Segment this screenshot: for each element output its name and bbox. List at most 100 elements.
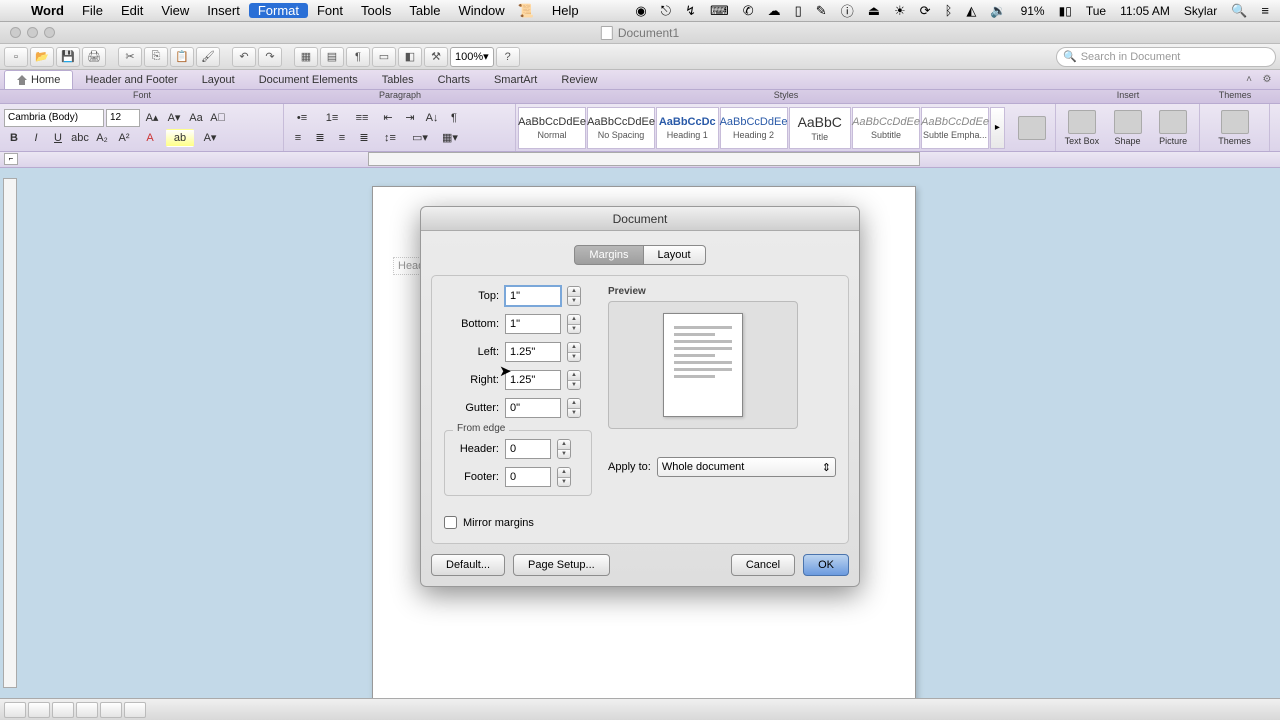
footer-stepper[interactable]: ▲▼: [557, 467, 571, 487]
status-icon[interactable]: ☁: [765, 3, 784, 19]
header-stepper[interactable]: ▲▼: [557, 439, 571, 459]
redo-button[interactable]: ↷: [258, 47, 282, 67]
gallery-button[interactable]: ▭: [372, 47, 396, 67]
top-stepper[interactable]: ▲▼: [567, 286, 581, 306]
shape-button[interactable]: Shape: [1106, 107, 1150, 148]
view-draft-button[interactable]: [4, 702, 26, 718]
print-button[interactable]: 🖨: [82, 47, 106, 67]
copy-button[interactable]: ⎘: [144, 47, 168, 67]
styles-more-button[interactable]: ▸: [990, 107, 1005, 149]
status-icon[interactable]: ✆: [740, 3, 757, 19]
battery-pct[interactable]: 91%: [1018, 4, 1048, 18]
subscript-button[interactable]: A₂: [92, 129, 112, 147]
bottom-input[interactable]: [505, 314, 561, 334]
cancel-button[interactable]: Cancel: [731, 554, 795, 576]
menu-window[interactable]: Window: [449, 3, 513, 18]
tab-layout[interactable]: Layout: [644, 245, 706, 265]
menu-table[interactable]: Table: [400, 3, 449, 18]
multilevel-button[interactable]: ≡≡: [348, 109, 376, 127]
outdent-button[interactable]: ⇤: [378, 109, 398, 127]
font-size-select[interactable]: 12: [106, 109, 140, 127]
justify-button[interactable]: ≣: [354, 129, 374, 147]
status-icon[interactable]: ✎: [813, 3, 830, 19]
view-outline-button[interactable]: [28, 702, 50, 718]
view-notebook-button[interactable]: [100, 702, 122, 718]
horizontal-ruler[interactable]: [368, 152, 920, 166]
status-icon[interactable]: ⎋: [658, 3, 674, 19]
paste-button[interactable]: 📋: [170, 47, 194, 67]
align-right-button[interactable]: ≡: [332, 129, 352, 147]
indent-button[interactable]: ⇥: [400, 109, 420, 127]
format-painter-button[interactable]: 🖌: [196, 47, 220, 67]
change-case-button[interactable]: Aa: [186, 109, 206, 127]
sort-button[interactable]: A↓: [422, 109, 442, 127]
grow-font-button[interactable]: A▴: [142, 109, 162, 127]
style-heading2[interactable]: AaBbCcDdEeHeading 2: [720, 107, 788, 149]
align-left-button[interactable]: ≡: [288, 129, 308, 147]
bluetooth-icon[interactable]: ᛒ: [942, 3, 956, 18]
show-marks-button[interactable]: ¶: [444, 109, 464, 127]
line-spacing-button[interactable]: ↕≡: [376, 129, 404, 147]
status-icon[interactable]: ▯: [792, 3, 805, 19]
textbox-button[interactable]: Text Box: [1060, 107, 1104, 148]
cut-button[interactable]: ✂: [118, 47, 142, 67]
user-name[interactable]: Skylar: [1181, 4, 1220, 18]
vertical-ruler[interactable]: [3, 178, 17, 688]
ribbon-settings-icon[interactable]: ⚙: [1260, 72, 1274, 86]
footer-input[interactable]: [505, 467, 551, 487]
left-input[interactable]: [505, 342, 561, 362]
sidebar-button[interactable]: ◧: [398, 47, 422, 67]
tab-selector[interactable]: ⌐: [4, 153, 18, 165]
align-center-button[interactable]: ≣: [310, 129, 330, 147]
status-icon[interactable]: ⟳: [917, 3, 934, 19]
menu-insert[interactable]: Insert: [198, 3, 249, 18]
status-icon[interactable]: ☀: [891, 3, 909, 19]
tab-layout[interactable]: Layout: [190, 71, 247, 89]
gutter-input[interactable]: [505, 398, 561, 418]
status-icon[interactable]: ◉: [632, 3, 649, 19]
tab-document-elements[interactable]: Document Elements: [247, 71, 370, 89]
bold-button[interactable]: B: [4, 129, 24, 147]
themes-button[interactable]: Themes: [1212, 107, 1258, 148]
picture-button[interactable]: Picture: [1151, 107, 1195, 148]
volume-icon[interactable]: 🔉: [987, 3, 1009, 19]
page-setup-button[interactable]: Page Setup...: [513, 554, 610, 576]
search-input[interactable]: 🔍 Search in Document: [1056, 47, 1276, 67]
text-effects-button[interactable]: A▾: [196, 129, 224, 147]
help-button[interactable]: ?: [496, 47, 520, 67]
left-stepper[interactable]: ▲▼: [567, 342, 581, 362]
bottom-stepper[interactable]: ▲▼: [567, 314, 581, 334]
tab-charts[interactable]: Charts: [426, 71, 482, 89]
menu-app[interactable]: Word: [22, 3, 73, 18]
ok-button[interactable]: OK: [803, 554, 849, 576]
strike-button[interactable]: abc: [70, 129, 90, 147]
menu-help[interactable]: Help: [543, 3, 588, 18]
zoom-select[interactable]: 100% ▾: [450, 47, 494, 67]
view-publishing-button[interactable]: [52, 702, 74, 718]
menu-view[interactable]: View: [152, 3, 198, 18]
notification-center-icon[interactable]: ≡: [1258, 3, 1272, 18]
menu-format[interactable]: Format: [249, 3, 308, 18]
style-no-spacing[interactable]: AaBbCcDdEeNo Spacing: [587, 107, 655, 149]
style-subtitle[interactable]: AaBbCcDdEeSubtitle: [852, 107, 920, 149]
styles-pane-button[interactable]: [1011, 116, 1053, 140]
highlight-button[interactable]: ab: [166, 129, 194, 147]
clock-time[interactable]: 11:05 AM: [1117, 4, 1173, 18]
apply-to-select[interactable]: Whole document⇕: [657, 457, 836, 477]
superscript-button[interactable]: A²: [114, 129, 134, 147]
menu-edit[interactable]: Edit: [112, 3, 152, 18]
tables-button[interactable]: ▦: [294, 47, 318, 67]
status-icon[interactable]: ⌨: [707, 3, 732, 19]
view-print-button[interactable]: [76, 702, 98, 718]
columns-button[interactable]: ▤: [320, 47, 344, 67]
style-title[interactable]: AaBbCTitle: [789, 107, 852, 149]
style-heading1[interactable]: AaBbCcDcHeading 1: [656, 107, 719, 149]
menu-font[interactable]: Font: [308, 3, 352, 18]
right-input[interactable]: [505, 370, 561, 390]
font-name-select[interactable]: Cambria (Body): [4, 109, 104, 127]
bullets-button[interactable]: •≡: [288, 109, 316, 127]
show-button[interactable]: ¶: [346, 47, 370, 67]
italic-button[interactable]: I: [26, 129, 46, 147]
script-menu-icon[interactable]: 📜: [514, 3, 543, 19]
style-subtle-emphasis[interactable]: AaBbCcDdEeSubtle Empha...: [921, 107, 989, 149]
